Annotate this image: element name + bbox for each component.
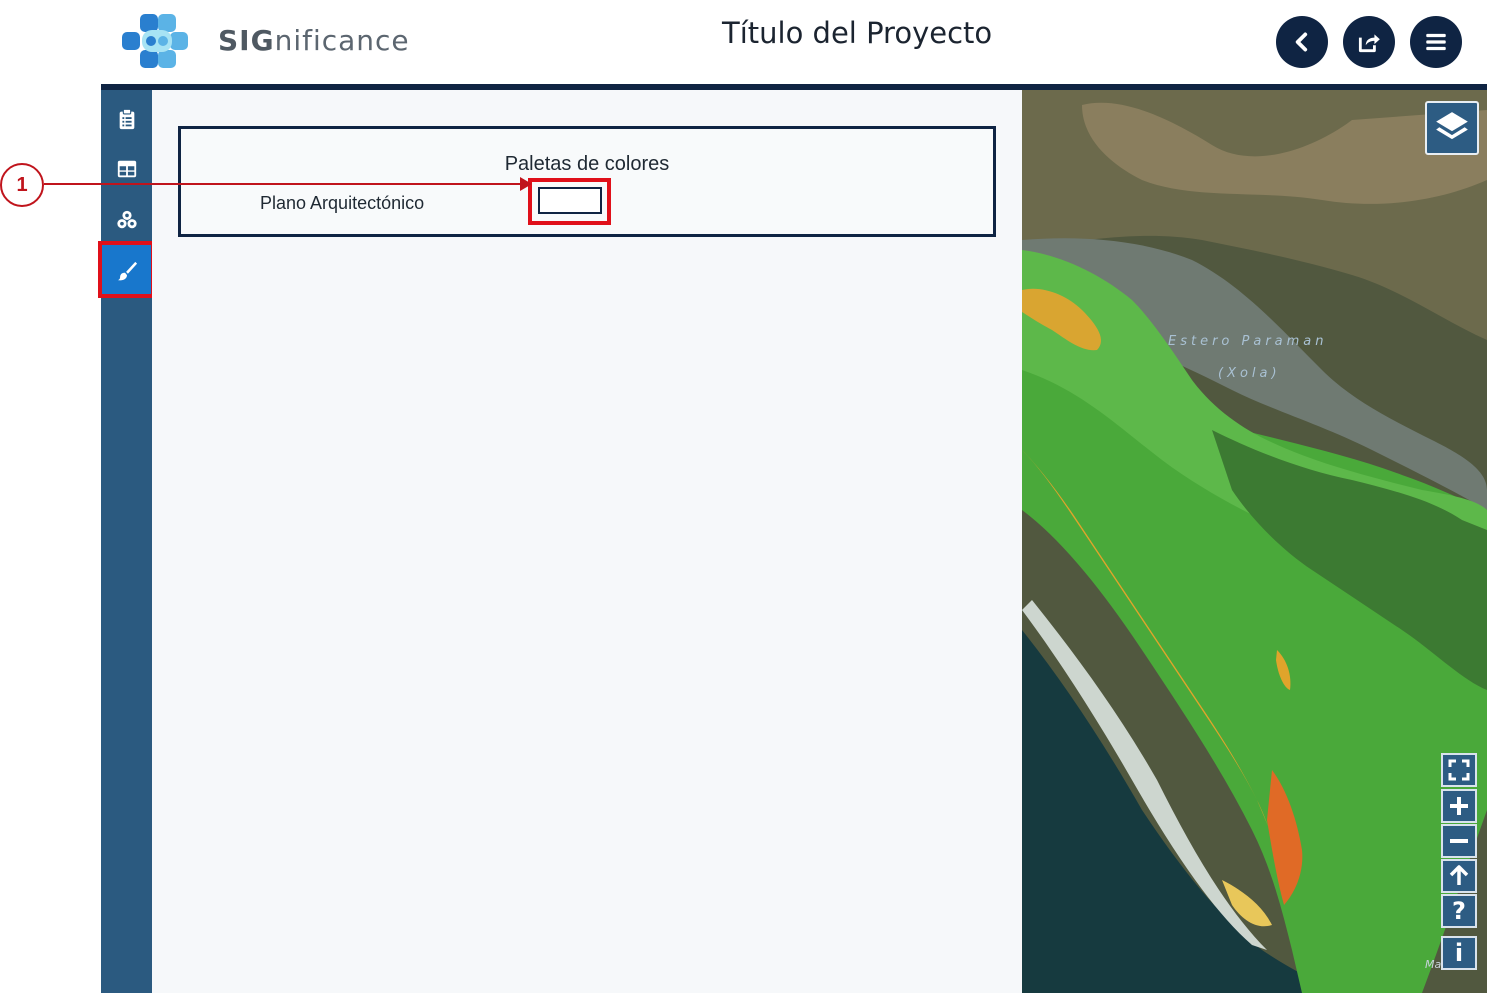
satellite-map-image — [1022, 90, 1487, 993]
reset-north-button[interactable] — [1441, 859, 1477, 893]
back-button[interactable] — [1276, 16, 1328, 68]
callout-number: 1 — [0, 163, 44, 207]
zoom-out-button[interactable] — [1441, 824, 1477, 858]
share-icon — [1358, 34, 1380, 53]
sidebar-highlight-box — [98, 241, 155, 298]
map-view[interactable]: Estero Paraman (Xola) Marana ? i — [1022, 90, 1487, 993]
info-button[interactable]: i — [1441, 936, 1477, 970]
fullscreen-icon — [1448, 759, 1470, 781]
arrow-up-icon — [1449, 865, 1469, 885]
clipboard-icon — [119, 108, 135, 130]
significance-logo-icon — [122, 14, 188, 68]
map-label-estero: Estero Paraman — [1168, 334, 1328, 349]
chevron-left-icon — [1295, 32, 1308, 52]
menu-button[interactable] — [1410, 16, 1462, 68]
layers-icon — [1436, 112, 1468, 140]
palette-title: Paletas de colores — [504, 153, 670, 175]
table-icon — [117, 160, 137, 178]
plus-icon — [1450, 797, 1468, 815]
layers-cluster-icon — [117, 210, 137, 229]
help-button[interactable]: ? — [1441, 894, 1477, 928]
fullscreen-button[interactable] — [1441, 753, 1477, 787]
map-label-xola: (Xola) — [1218, 366, 1281, 381]
hamburger-menu-icon — [1426, 33, 1446, 51]
callout-arrowhead — [520, 177, 532, 191]
zoom-in-button[interactable] — [1441, 789, 1477, 823]
info-icon: i — [1454, 939, 1464, 967]
layers-toggle-button[interactable] — [1425, 101, 1479, 155]
minus-icon — [1450, 839, 1468, 843]
callout-line — [44, 183, 524, 185]
sidebar-item-project-info[interactable] — [110, 102, 144, 136]
palette-row-label: Plano Arquitectónico — [260, 193, 425, 213]
swatch-highlight-box — [528, 178, 611, 225]
help-icon: ? — [1452, 897, 1466, 925]
brand-name: SIGnificance — [218, 24, 410, 57]
page-title: Título del Proyecto — [722, 16, 993, 50]
sidebar-item-layers[interactable] — [110, 203, 144, 237]
sidebar — [101, 90, 152, 993]
share-button[interactable] — [1343, 16, 1395, 68]
sidebar-item-table[interactable] — [110, 152, 144, 186]
